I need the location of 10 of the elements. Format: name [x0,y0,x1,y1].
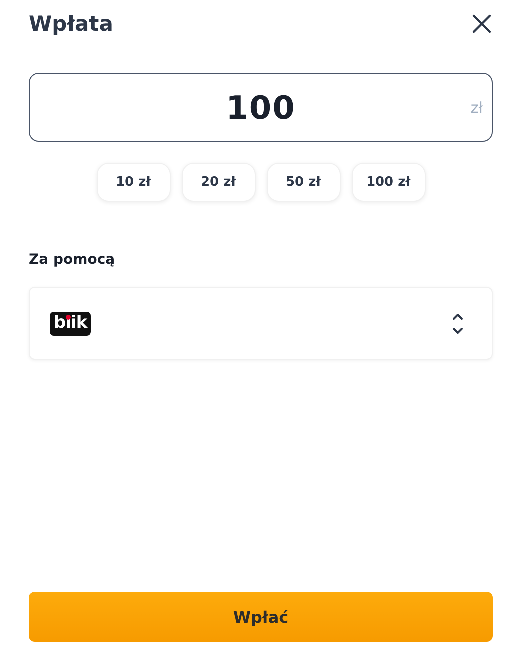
dialog-title: Wpłata [29,12,114,36]
preset-amount-button[interactable]: 20 zł [182,163,256,202]
deposit-button[interactable]: Wpłać [29,592,493,642]
preset-amount-button[interactable]: 50 zł [266,163,340,202]
close-button[interactable] [471,13,493,35]
currency-label: zł [470,99,483,117]
payment-method-label: Za pomocą [29,252,116,268]
preset-amount-button[interactable]: 10 zł [96,163,170,202]
preset-amount-button[interactable]: 100 zł [352,163,426,202]
up-down-chevron-icon [452,312,464,336]
